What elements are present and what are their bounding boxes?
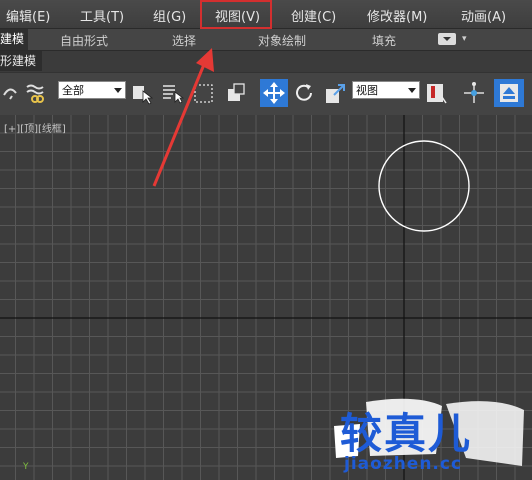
select-and-rotate-icon[interactable]: [292, 81, 316, 105]
ribbon-options-icon[interactable]: [438, 33, 456, 45]
viewport-label[interactable]: [+][顶][线框]: [4, 120, 66, 135]
menu-edit[interactable]: 编辑(E): [6, 6, 50, 25]
watermark-title: 较真儿: [340, 409, 473, 458]
tab-freeform[interactable]: 自由形式: [60, 32, 108, 49]
reference-coordinate-value: 视图: [356, 84, 378, 97]
unlink-icon[interactable]: [0, 81, 24, 105]
chevron-down-icon: [114, 88, 122, 93]
selection-filter-dropdown[interactable]: 全部: [58, 81, 126, 99]
menu-create[interactable]: 创建(C): [291, 6, 336, 25]
watermark-url: jiaozhen.cc: [344, 454, 463, 474]
chevron-down-icon[interactable]: ▾: [462, 34, 467, 44]
viewport-shading-label[interactable]: [线框]: [38, 124, 66, 135]
keyboard-shortcut-override-icon[interactable]: [494, 79, 524, 107]
y-axis-label: Y: [23, 462, 29, 472]
menu-animation[interactable]: 动画(A): [461, 6, 506, 25]
ribbon-panel-label[interactable]: 形建模: [0, 51, 43, 71]
select-and-scale-icon[interactable]: [324, 81, 348, 105]
circle-object[interactable]: [374, 138, 474, 236]
reference-coordinate-dropdown[interactable]: 视图: [352, 81, 420, 99]
select-and-move-icon[interactable]: [260, 79, 288, 107]
tab-object-paint[interactable]: 对象绘制: [258, 32, 306, 49]
tab-populate[interactable]: 填充: [372, 32, 396, 49]
menu-tools[interactable]: 工具(T): [80, 6, 124, 25]
tab-modeling[interactable]: 建模: [0, 29, 29, 50]
menu-group[interactable]: 组(G): [153, 6, 186, 25]
bind-space-warp-icon[interactable]: [24, 81, 48, 105]
menu-modifiers[interactable]: 修改器(M): [367, 6, 427, 25]
viewport-view-label[interactable]: [顶]: [20, 124, 38, 135]
annotation-arrow: [152, 48, 214, 187]
main-toolbar: 全部 视图: [0, 72, 532, 116]
viewport-plus-menu[interactable]: [+]: [4, 124, 20, 135]
pivot-center-icon[interactable]: [424, 81, 448, 105]
selection-filter-value: 全部: [62, 84, 84, 97]
watermark-logo: 较真儿 jiaozhen.cc: [326, 396, 532, 480]
view-menu-highlight-box: [200, 0, 272, 29]
chevron-down-icon: [408, 88, 416, 93]
select-and-manipulate-icon[interactable]: [462, 81, 486, 105]
